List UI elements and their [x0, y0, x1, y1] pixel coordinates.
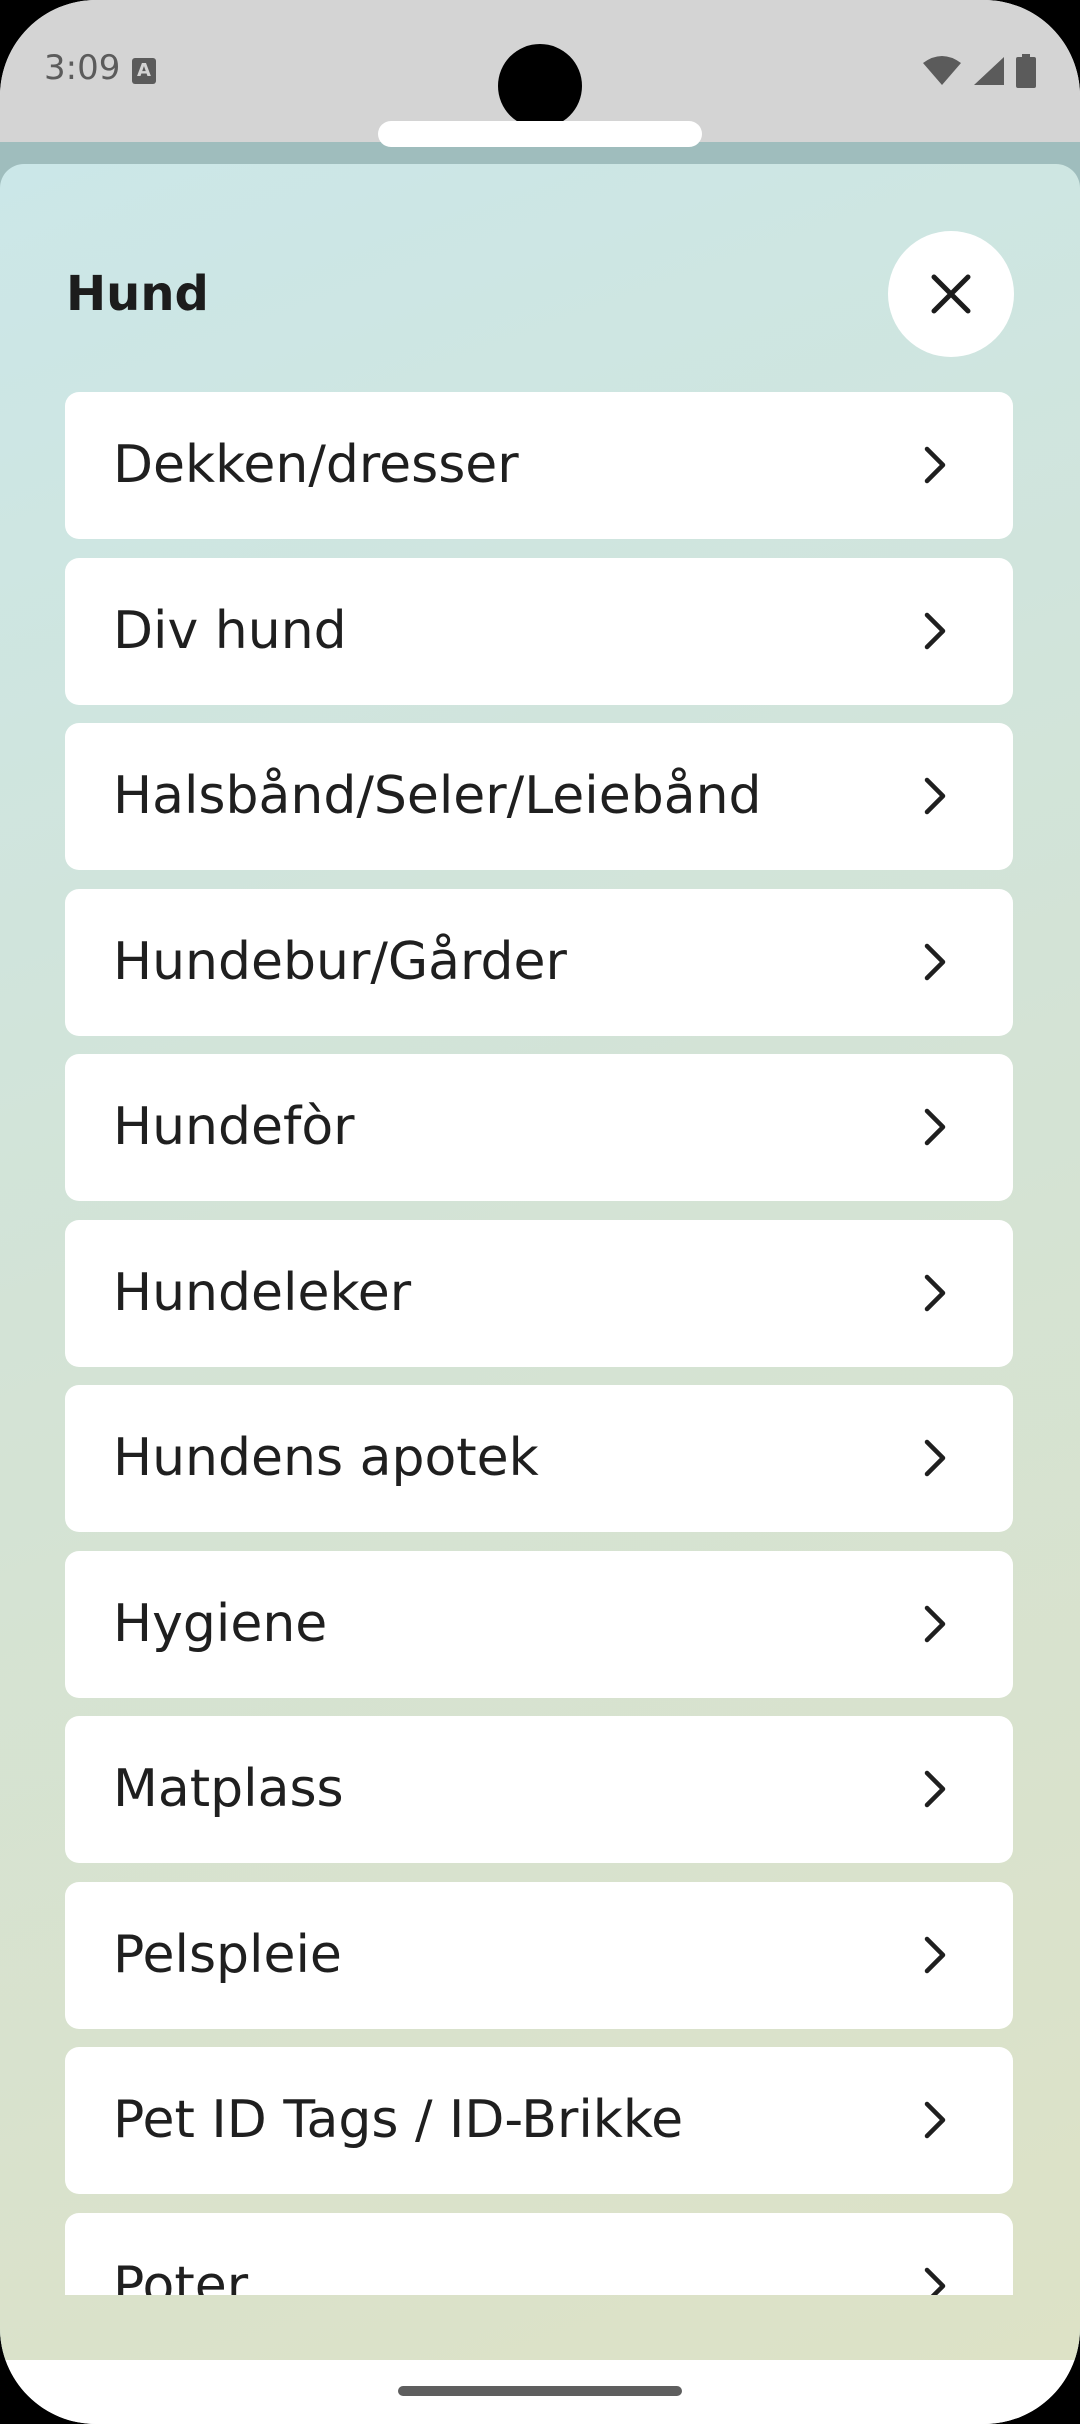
list-item[interactable]: Poter	[65, 2212, 1013, 2296]
list-item[interactable]: Hundefòr	[65, 1054, 1013, 1201]
category-list-viewport[interactable]: Dekken/dresser Div hund Halsbånd/Seler/L…	[0, 392, 1080, 2295]
list-item[interactable]: Hygiene	[65, 1550, 1013, 1698]
chevron-right-icon	[924, 1770, 946, 1808]
chevron-right-icon	[924, 2101, 946, 2139]
wifi-icon	[923, 56, 961, 85]
list-item-label: Halsbånd/Seler/Leiebånd	[113, 766, 762, 826]
status-icons	[922, 54, 1036, 88]
chevron-right-icon	[924, 1108, 946, 1146]
chevron-right-icon	[924, 1936, 946, 1973]
status-time: 3:09	[44, 48, 121, 88]
chevron-right-icon	[924, 612, 946, 649]
chevron-right-icon	[924, 1274, 946, 1311]
chevron-right-icon	[924, 1605, 946, 1642]
sheet-drag-handle[interactable]	[378, 121, 702, 147]
chevron-right-icon	[924, 446, 946, 484]
chevron-right-icon	[924, 943, 946, 980]
phone-screen: 3:09 A Hund Dekken/dresser Div hund Hals…	[0, 0, 1080, 2424]
list-item[interactable]: Hundebur/Gårder	[65, 888, 1013, 1036]
signal-icon	[974, 57, 1004, 85]
chevron-right-icon	[924, 1439, 946, 1477]
list-item-label: Matplass	[113, 1759, 344, 1819]
list-item-label: Poter	[113, 2255, 249, 2296]
chevron-right-icon	[924, 2267, 946, 2295]
battery-icon	[1016, 54, 1036, 88]
list-item-label: Hundefòr	[113, 1097, 355, 1157]
list-item-label: Hundens apotek	[113, 1428, 539, 1488]
close-button[interactable]	[888, 231, 1014, 357]
list-item[interactable]: Hundens apotek	[65, 1385, 1013, 1532]
close-icon	[931, 274, 971, 314]
list-item[interactable]: Pelspleie	[65, 1881, 1013, 2029]
list-item-label: Div hund	[113, 600, 347, 661]
list-item-label: Dekken/dresser	[113, 435, 519, 495]
camera-cutout	[498, 44, 582, 128]
home-indicator[interactable]	[398, 2386, 682, 2396]
list-item-label: Hundebur/Gårder	[113, 931, 567, 992]
list-item[interactable]: Matplass	[65, 1716, 1013, 1863]
list-item-label: Hygiene	[113, 1593, 328, 1654]
category-list: Dekken/dresser Div hund Halsbånd/Seler/L…	[65, 392, 1013, 2295]
list-item[interactable]: Halsbånd/Seler/Leiebånd	[65, 723, 1013, 870]
sheet-title: Hund	[66, 266, 209, 322]
notification-icon: A	[132, 58, 156, 84]
list-item[interactable]: Div hund	[65, 557, 1013, 705]
chevron-right-icon	[924, 777, 946, 815]
list-item[interactable]: Hundeleker	[65, 1219, 1013, 1367]
list-item-label: Hundeleker	[113, 1262, 412, 1323]
list-item-label: Pet ID Tags / ID-Brikke	[113, 2090, 684, 2150]
list-item[interactable]: Pet ID Tags / ID-Brikke	[65, 2047, 1013, 2194]
list-item-label: Pelspleie	[113, 1924, 342, 1985]
list-item[interactable]: Dekken/dresser	[65, 392, 1013, 539]
